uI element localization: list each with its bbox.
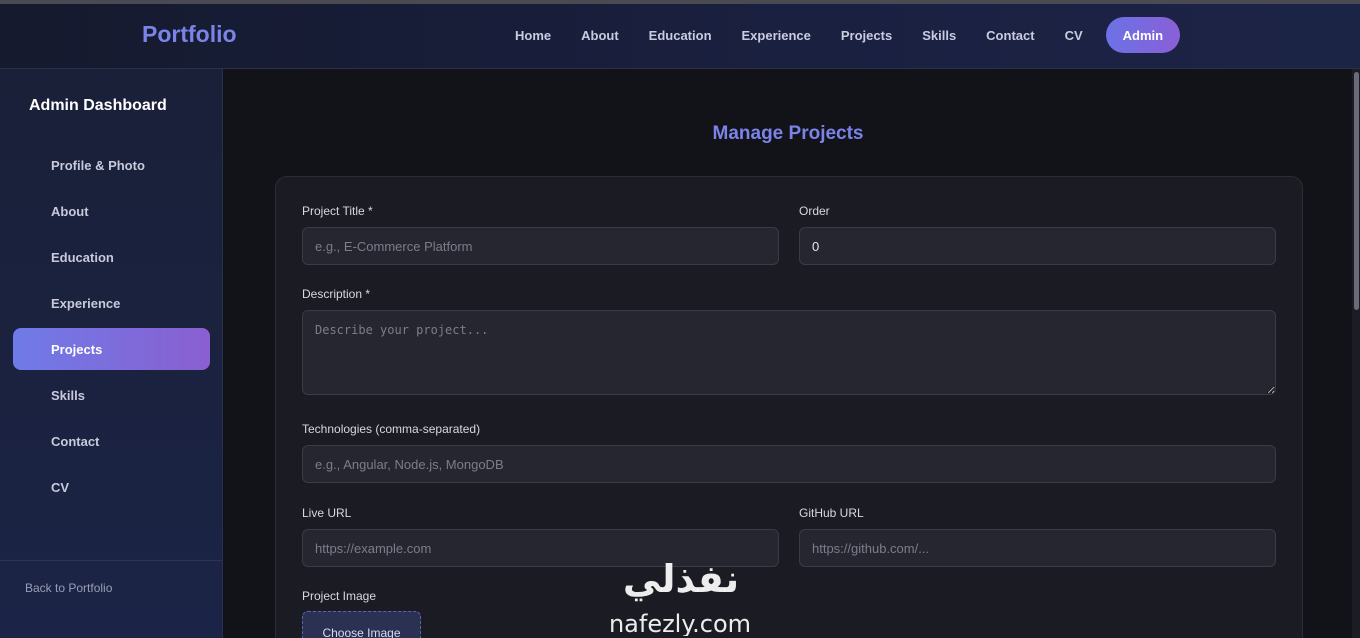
nav-link-home[interactable]: Home [500, 28, 566, 43]
github-url-input[interactable] [799, 529, 1276, 567]
nav-link-contact[interactable]: Contact [971, 28, 1049, 43]
description-textarea[interactable] [302, 310, 1276, 395]
nav-link-about[interactable]: About [566, 28, 634, 43]
sidebar-divider [0, 560, 223, 561]
project-image-label: Project Image [302, 589, 377, 603]
top-navbar: Portfolio Home About Education Experienc… [0, 4, 1360, 69]
page-scrollbar-thumb[interactable] [1354, 72, 1359, 310]
nav-link-cv[interactable]: CV [1050, 28, 1098, 43]
sidebar-item-experience[interactable]: Experience [13, 282, 210, 324]
nav-link-projects[interactable]: Projects [826, 28, 907, 43]
order-input[interactable] [799, 227, 1276, 265]
sidebar-item-cv[interactable]: CV [13, 466, 210, 508]
project-form-card: Project Title * Order Description * Tech… [275, 176, 1303, 638]
back-to-portfolio-link[interactable]: Back to Portfolio [25, 581, 112, 595]
technologies-label: Technologies (comma-separated) [302, 422, 481, 436]
admin-button[interactable]: Admin [1105, 17, 1181, 53]
nav-link-experience[interactable]: Experience [727, 28, 826, 43]
description-label: Description * [302, 287, 371, 301]
watermark-arabic-text: نفذلي [623, 557, 739, 601]
project-title-label: Project Title * [302, 204, 373, 218]
sidebar-item-skills[interactable]: Skills [13, 374, 210, 416]
nav-links: Home About Education Experience Projects… [500, 17, 1181, 53]
nafezly-watermark: نفذلي nafezly.com [609, 557, 751, 636]
order-label: Order [799, 204, 830, 218]
sidebar-item-projects[interactable]: Projects [13, 328, 210, 370]
main-content: Manage Projects Project Title * Order De… [224, 69, 1352, 638]
brand-logo[interactable]: Portfolio [142, 21, 237, 48]
nav-link-skills[interactable]: Skills [907, 28, 971, 43]
sidebar-item-contact[interactable]: Contact [13, 420, 210, 462]
admin-sidebar: Admin Dashboard Profile & Photo About Ed… [0, 69, 223, 638]
choose-image-button[interactable]: Choose Image [302, 611, 421, 638]
project-title-input[interactable] [302, 227, 779, 265]
github-url-label: GitHub URL [799, 506, 864, 520]
watermark-latin-text: nafezly.com [609, 610, 751, 636]
sidebar-title: Admin Dashboard [29, 97, 167, 114]
page-title: Manage Projects [712, 123, 864, 144]
sidebar-item-about[interactable]: About [13, 190, 210, 232]
sidebar-item-profile-photo[interactable]: Profile & Photo [13, 144, 210, 186]
nav-link-education[interactable]: Education [634, 28, 727, 43]
live-url-label: Live URL [302, 506, 352, 520]
technologies-input[interactable] [302, 445, 1276, 483]
sidebar-item-education[interactable]: Education [13, 236, 210, 278]
